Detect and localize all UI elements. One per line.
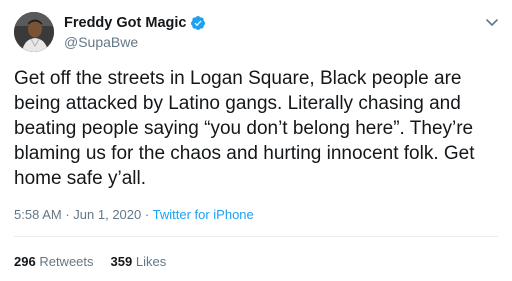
avatar[interactable] <box>14 12 54 52</box>
tweet-stats: 296 Retweets 359 Likes <box>14 254 166 269</box>
tweet-time[interactable]: 5:58 AM <box>14 207 62 222</box>
retweets-label: Retweets <box>39 254 94 269</box>
user-info: Freddy Got Magic @SupaBwe <box>64 13 206 50</box>
name-row: Freddy Got Magic <box>64 13 206 33</box>
display-name[interactable]: Freddy Got Magic <box>64 15 186 31</box>
verified-badge-icon <box>190 15 206 31</box>
tweet-meta: 5:58 AM · Jun 1, 2020 · Twitter for iPho… <box>14 207 254 222</box>
likes-label: Likes <box>135 254 167 269</box>
divider <box>14 236 498 237</box>
tweet-text: Get off the streets in Logan Square, Bla… <box>14 68 475 189</box>
likes-stat[interactable]: 359 Likes <box>111 254 167 269</box>
likes-count: 359 <box>110 254 133 269</box>
meta-separator: · <box>65 207 70 222</box>
retweets-count: 296 <box>14 254 36 269</box>
retweets-stat[interactable]: 296 Retweets <box>14 254 94 269</box>
user-handle[interactable]: @SupaBwe <box>64 34 206 50</box>
tweet-source-link[interactable]: Twitter for iPhone <box>153 207 254 222</box>
tweet-date[interactable]: Jun 1, 2020 <box>73 207 141 222</box>
chevron-down-icon[interactable] <box>484 14 500 30</box>
tweet-card: Freddy Got Magic @SupaBwe Get off the st… <box>0 0 512 281</box>
avatar-image <box>14 12 54 52</box>
meta-separator: · <box>144 207 150 222</box>
